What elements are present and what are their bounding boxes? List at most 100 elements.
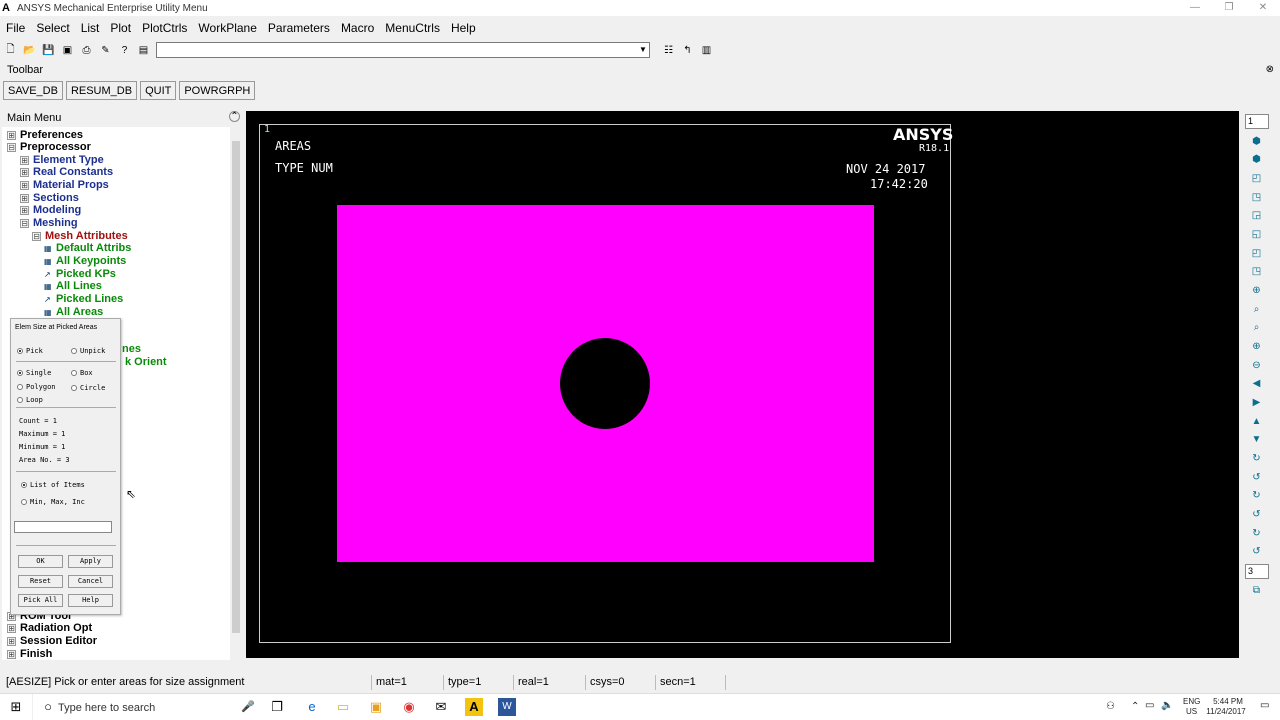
menu-item-all-areas[interactable]: ▦ All Areas: [44, 306, 103, 318]
rate-select[interactable]: 3: [1245, 564, 1269, 579]
notifications-icon[interactable]: ▭: [1260, 700, 1269, 711]
maximize-button[interactable]: ❐: [1212, 0, 1246, 16]
menu-item-all-lines[interactable]: ▦ All Lines: [44, 280, 102, 292]
save-icon[interactable]: 💾: [40, 42, 57, 59]
polygon-radio[interactable]: Polygon: [17, 383, 56, 391]
resum-db-button[interactable]: RESUM_DB: [65, 81, 138, 100]
menu-item-picked-lines[interactable]: ↗ Picked Lines: [44, 293, 123, 305]
report-icon[interactable]: ✎: [97, 42, 114, 59]
taskbar-search[interactable]: ○ Type here to search 🎤: [32, 694, 260, 720]
expand-icon[interactable]: ⊞: [7, 636, 16, 646]
new-file-icon[interactable]: 🗋: [2, 42, 19, 59]
language-code[interactable]: ENG: [1183, 697, 1200, 706]
powrgrph-button[interactable]: POWRGRPH: [179, 81, 256, 100]
menu-item-preferences[interactable]: ⊞ Preferences: [7, 129, 83, 141]
radio-icon[interactable]: [17, 397, 23, 403]
pan-down-icon[interactable]: ▼: [1250, 433, 1263, 446]
expand-icon[interactable]: ⊞: [7, 649, 16, 659]
menu-item-element-type[interactable]: ⊞ Element Type: [20, 154, 104, 166]
loop-radio[interactable]: Loop: [17, 396, 43, 404]
pan-left-icon[interactable]: ◀: [1250, 377, 1263, 390]
menu-item-sections[interactable]: ⊞ Sections: [20, 192, 79, 204]
expand-icon[interactable]: ⊞: [7, 623, 16, 633]
menu-item-partial-lines[interactable]: nes: [122, 343, 141, 355]
radio-selected-icon[interactable]: [17, 370, 23, 376]
collapse-node-icon[interactable]: ⊟: [32, 231, 41, 241]
command-icon[interactable]: ▤: [135, 42, 152, 59]
people-icon[interactable]: ⚇: [1106, 701, 1115, 712]
network-icon[interactable]: ▭: [1145, 700, 1154, 711]
collapse-node-icon[interactable]: ⊟: [20, 218, 29, 228]
reset-button[interactable]: Reset: [18, 575, 63, 588]
store-icon[interactable]: ▣: [367, 698, 385, 716]
menu-item-session-editor[interactable]: ⊞ Session Editor: [7, 635, 97, 647]
scrollbar-thumb[interactable]: [232, 141, 240, 633]
menu-workplane[interactable]: WorkPlane: [192, 21, 261, 35]
menu-select[interactable]: Select: [30, 21, 74, 35]
expand-icon[interactable]: ⊞: [20, 155, 29, 165]
radio-icon[interactable]: [71, 385, 77, 391]
task-view-icon[interactable]: ❐: [268, 698, 286, 716]
menu-item-finish[interactable]: ⊞ Finish: [7, 648, 52, 660]
zoom-in-icon[interactable]: ⊕: [1250, 340, 1263, 353]
help-icon[interactable]: ?: [116, 42, 133, 59]
command-input[interactable]: ▼: [156, 42, 650, 58]
open-folder-icon[interactable]: 📂: [21, 42, 38, 59]
radio-selected-icon[interactable]: [17, 348, 23, 354]
pick-all-button[interactable]: Pick All: [18, 594, 63, 607]
menu-item-preprocessor[interactable]: ⊟ Preprocessor: [7, 141, 91, 153]
rotate-y-icon[interactable]: ↻: [1250, 489, 1263, 502]
collapse-icon[interactable]: ⌃: [229, 111, 240, 122]
file-explorer-icon[interactable]: ▭: [334, 698, 352, 716]
menu-item-real-constants[interactable]: ⊞ Real Constants: [20, 166, 113, 178]
main-menu-scrollbar[interactable]: [230, 127, 242, 660]
volume-icon[interactable]: 🔈: [1161, 700, 1173, 711]
menu-help[interactable]: Help: [445, 21, 481, 35]
chrome-icon[interactable]: ◉: [400, 698, 418, 716]
menu-plot[interactable]: Plot: [104, 21, 136, 35]
menu-item-all-keypoints[interactable]: ▦ All Keypoints: [44, 255, 126, 267]
ok-button[interactable]: OK: [18, 555, 63, 568]
single-radio[interactable]: Single: [17, 369, 51, 377]
close-button[interactable]: ✕: [1246, 0, 1280, 16]
pan-up-icon[interactable]: ▲: [1250, 415, 1263, 428]
windows-start-icon[interactable]: ⊞: [7, 698, 25, 716]
microphone-icon[interactable]: 🎤: [239, 698, 257, 716]
chevron-up-icon[interactable]: ⌃: [1131, 701, 1139, 712]
top-view-icon[interactable]: ◲: [1250, 209, 1263, 222]
menu-item-material-props[interactable]: ⊞ Material Props: [20, 179, 109, 191]
pan-right-icon[interactable]: ▶: [1250, 396, 1263, 409]
quit-button[interactable]: QUIT: [140, 81, 177, 100]
zoom-icon[interactable]: ⌕: [1250, 303, 1263, 316]
clock-date[interactable]: 11/24/2017: [1202, 707, 1250, 716]
region-code[interactable]: US: [1186, 707, 1197, 716]
chevron-down-icon[interactable]: ▼: [637, 43, 649, 57]
expand-icon[interactable]: ⊞: [20, 205, 29, 215]
radio-icon[interactable]: [17, 384, 23, 390]
menu-parameters[interactable]: Parameters: [262, 21, 335, 35]
model-tree-icon[interactable]: ☷: [660, 42, 677, 59]
rotate-x-icon[interactable]: ↻: [1250, 452, 1263, 465]
menu-item-partial-orient[interactable]: k Orient: [125, 356, 167, 368]
menu-item-mesh-attributes[interactable]: ⊟ Mesh Attributes: [32, 230, 128, 242]
pan-zoom-icon[interactable]: ▣: [59, 42, 76, 59]
left-view-icon[interactable]: ◰: [1250, 247, 1263, 260]
expand-icon[interactable]: ⊞: [20, 193, 29, 203]
collapse-icon[interactable]: ⊗: [1266, 64, 1274, 75]
apply-button[interactable]: Apply: [68, 555, 113, 568]
contact-manager-icon[interactable]: ▥: [698, 42, 715, 59]
menu-file[interactable]: File: [0, 21, 30, 35]
isometric-view-icon[interactable]: ⬢: [1250, 135, 1263, 148]
radio-icon[interactable]: [71, 370, 77, 376]
radio-icon[interactable]: [71, 348, 77, 354]
radio-selected-icon[interactable]: [21, 482, 27, 488]
mail-icon[interactable]: ✉: [432, 698, 450, 716]
print-icon[interactable]: ⎙: [78, 42, 95, 59]
list-of-items-radio[interactable]: List of Items: [21, 481, 85, 489]
rotate-z-icon[interactable]: ↻: [1250, 527, 1263, 540]
ansys-taskbar-icon[interactable]: A: [465, 698, 483, 716]
menu-menuctrls[interactable]: MenuCtrls: [379, 21, 445, 35]
menu-item-radiation-opt[interactable]: ⊞ Radiation Opt: [7, 622, 92, 634]
box-zoom-icon[interactable]: ⌕: [1250, 321, 1263, 334]
back-view-icon[interactable]: ◳: [1250, 191, 1263, 204]
